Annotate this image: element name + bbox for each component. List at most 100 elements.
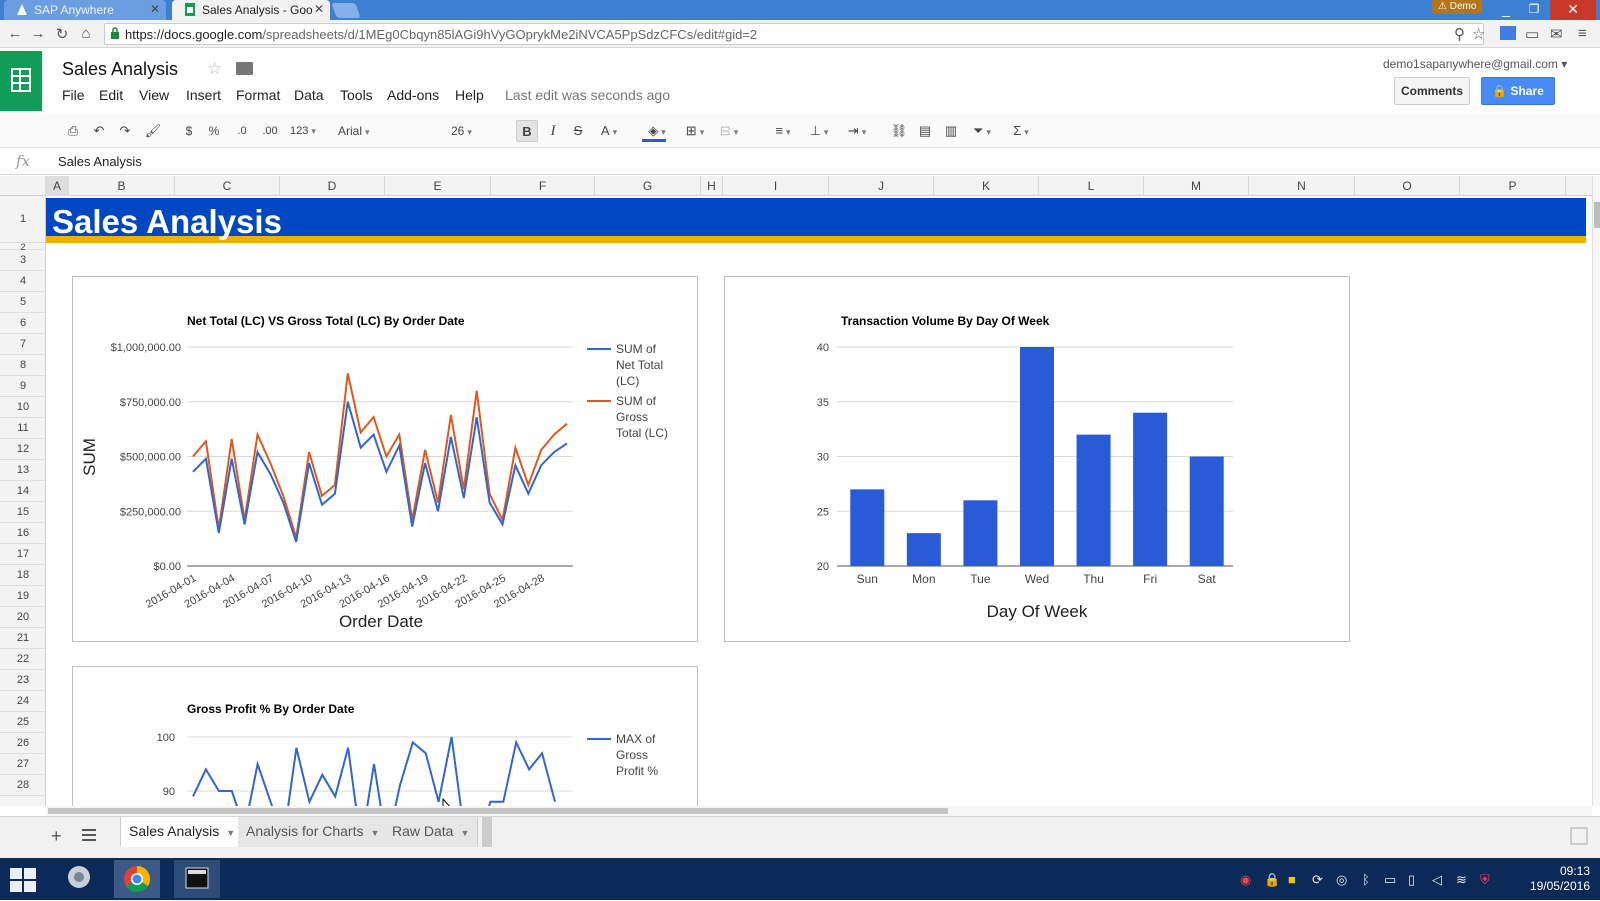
chrome-menu-icon[interactable]: ≡ [1578,25,1587,42]
cell-grid[interactable]: Sales Analysis Net Total (LC) VS Gross T… [46,196,1592,806]
sheet-tab-raw-data[interactable]: Raw Data ▼ [384,817,479,847]
tray-folder-icon[interactable]: ■ [1288,872,1296,887]
strikethrough-button[interactable]: S [568,120,588,142]
comments-button[interactable]: Comments [1394,77,1470,105]
chevron-down-icon[interactable]: ▼ [370,828,379,838]
horizontal-scroll-thumb[interactable] [48,808,948,814]
bold-button[interactable]: B [516,120,538,142]
restore-icon[interactable]: ❐ [1520,0,1548,20]
row-header-2[interactable]: 2 [0,243,45,252]
menu-help[interactable]: Help [455,87,484,103]
back-icon[interactable]: ← [6,25,24,42]
column-header-k[interactable]: K [934,176,1039,196]
row-header-27[interactable]: 27 [0,754,45,775]
row-header-4[interactable]: 4 [0,271,45,292]
taskbar-app-terminal-icon[interactable] [174,860,220,898]
menu-edit[interactable]: Edit [99,87,123,103]
folder-icon[interactable] [236,62,253,75]
mail-extension-icon[interactable]: ✉ [1550,25,1563,43]
explore-icon[interactable] [1570,827,1588,845]
menu-format[interactable]: Format [236,87,280,103]
browser-tab-sales-analysis[interactable]: Sales Analysis - Goo ✕ [172,0,330,20]
windows-start-icon[interactable] [10,868,36,892]
title-band[interactable]: Sales Analysis [46,198,1586,243]
minimize-icon[interactable]: _ [1492,0,1520,20]
insert-link-icon[interactable]: ⛓ [888,120,910,142]
paint-format-icon[interactable]: 🖌 [142,120,164,142]
insert-chart-icon[interactable]: ▥ [940,120,962,142]
taskbar-clock[interactable]: 09:13 19/05/2016 [1510,864,1590,894]
menu-data[interactable]: Data [294,87,324,103]
chart-gross-profit[interactable]: Gross Profit % By Order Date 100 90 MAX of G… [72,666,698,806]
vertical-align-icon[interactable]: ⊥ [804,120,834,142]
column-header-f[interactable]: F [491,176,595,196]
row-header-12[interactable]: 12 [0,439,45,460]
row-header-20[interactable]: 20 [0,607,45,628]
row-header-19[interactable]: 19 [0,586,45,607]
row-header-26[interactable]: 26 [0,733,45,754]
undo-icon[interactable]: ↶ [88,120,110,142]
row-header-5[interactable]: 5 [0,292,45,313]
star-icon[interactable]: ☆ [207,59,222,79]
row-header-10[interactable]: 10 [0,397,45,418]
text-color-button[interactable]: A [594,120,624,142]
column-header-p[interactable]: P [1460,176,1566,196]
menu-view[interactable]: View [139,87,169,103]
row-header-1[interactable]: 1 [0,196,45,243]
column-header-h[interactable]: H [701,176,723,196]
font-size-dropdown[interactable]: 26 [451,120,499,142]
document-title[interactable]: Sales Analysis [62,59,178,80]
insert-comment-icon[interactable]: ▤ [914,120,936,142]
row-header-21[interactable]: 21 [0,628,45,649]
extension-icon[interactable] [1500,26,1516,40]
merge-cells-icon[interactable]: ⊟ [714,120,744,142]
column-header-e[interactable]: E [385,176,491,196]
taskbar-app-explorer-icon[interactable] [56,860,102,898]
close-tab-icon[interactable]: ✕ [150,2,160,16]
functions-button[interactable]: Σ [1006,120,1036,142]
vertical-scroll-thumb[interactable] [1594,202,1600,228]
wifi-icon[interactable]: ≋ [1456,872,1467,888]
menu-insert[interactable]: Insert [186,87,221,103]
borders-icon[interactable]: ⊞ [680,120,710,142]
row-header-23[interactable]: 23 [0,670,45,691]
column-header-m[interactable]: M [1144,176,1249,196]
tray-app-icon[interactable]: ◉ [1240,872,1251,888]
column-header-i[interactable]: I [723,176,829,196]
vertical-scrollbar[interactable] [1592,176,1600,806]
close-tab-icon[interactable]: ✕ [314,2,324,16]
row-header-14[interactable]: 14 [0,481,45,502]
column-header-b[interactable]: B [69,176,175,196]
column-header-o[interactable]: O [1355,176,1460,196]
bluetooth-icon[interactable]: ᛒ [1362,872,1370,887]
last-edit-status[interactable]: Last edit was seconds ago [505,87,670,103]
column-header-c[interactable]: C [175,176,280,196]
column-header-a[interactable]: A [46,176,69,196]
tray-chrome-icon[interactable]: ◎ [1336,872,1347,888]
menu-addons[interactable]: Add-ons [387,87,439,103]
sheet-tab-sales-analysis[interactable]: Sales Analysis ▼ [120,817,245,847]
row-header-25[interactable]: 25 [0,712,45,733]
battery-icon[interactable]: ▯ [1408,872,1415,888]
formula-input[interactable]: Sales Analysis [58,154,142,169]
italic-button[interactable]: I [543,120,563,142]
volume-icon[interactable]: ◁ [1432,872,1442,888]
column-header-l[interactable]: L [1039,176,1144,196]
redo-icon[interactable]: ↷ [114,120,136,142]
row-header-28[interactable]: 28 [0,775,45,796]
row-header-6[interactable]: 6 [0,313,45,334]
all-sheets-icon[interactable] [82,829,96,841]
font-family-dropdown[interactable]: Arial [336,120,426,142]
forward-icon[interactable]: → [29,25,47,42]
row-header-9[interactable]: 9 [0,376,45,397]
row-header-17[interactable]: 17 [0,544,45,565]
add-sheet-icon[interactable]: + [51,826,62,847]
column-header-d[interactable]: D [280,176,385,196]
bookmark-star-icon[interactable]: ☆ [1472,25,1485,43]
security-shield-icon[interactable]: ⛨ [1480,872,1490,888]
row-header-8[interactable]: 8 [0,355,45,376]
chart-net-vs-gross[interactable]: Net Total (LC) VS Gross Total (LC) By Or… [72,276,698,642]
row-header-22[interactable]: 22 [0,649,45,670]
row-header-7[interactable]: 7 [0,334,45,355]
tray-lock-icon[interactable]: 🔒 [1264,872,1280,888]
